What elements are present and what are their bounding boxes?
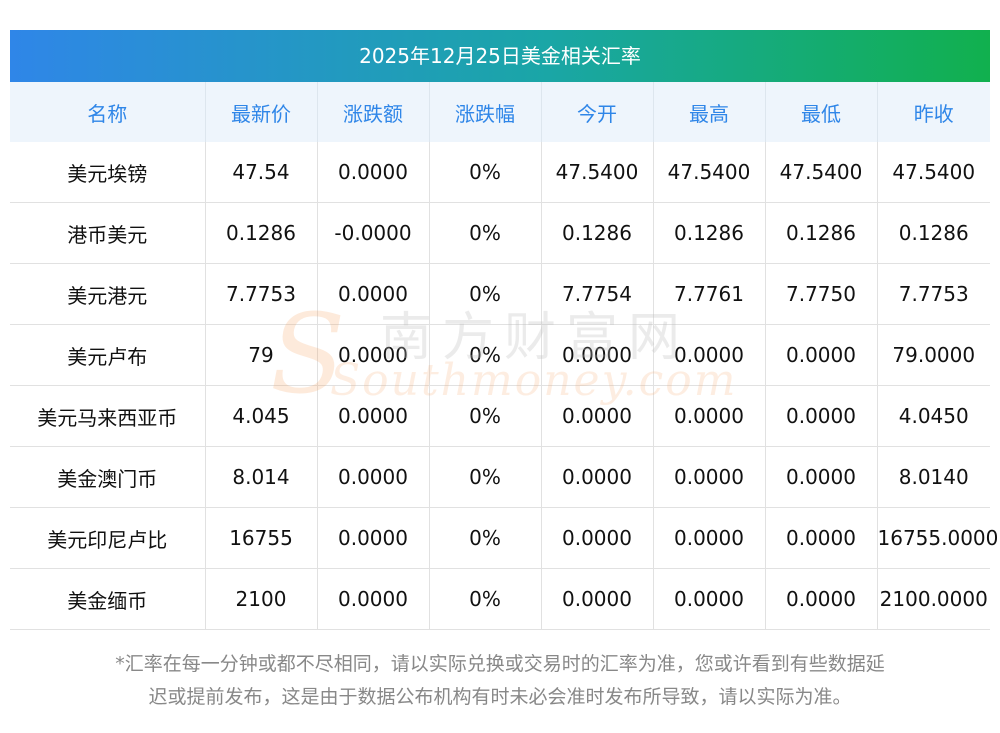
column-header: 今开 <box>541 82 654 142</box>
table-cell: 0.0000 <box>541 507 654 569</box>
table-cell: 7.7753 <box>205 263 318 325</box>
table-row: 美元印尼卢比 16755 0.0000 0% 0.0000 0.0000 0.0000 167… <box>10 507 998 569</box>
table-cell: 2100.0000 <box>877 568 990 630</box>
table-body: 美元埃镑 47.54 0.0000 0% 47.5400 47.5400 47.5400 47… <box>10 142 998 630</box>
currency-pair-name: 美金澳门币 <box>10 446 206 508</box>
table-cell: 0.1286 <box>541 202 654 264</box>
table-cell: 0% <box>429 263 542 325</box>
column-header: 最新价 <box>205 82 318 142</box>
table-cell: 0% <box>429 324 542 386</box>
table-cell: 7.7753 <box>877 263 990 325</box>
column-header: 名称 <box>10 82 206 142</box>
table-cell: 0.0000 <box>653 385 766 447</box>
table-row: 美元马来西亚币 4.045 0.0000 0% 0.0000 0.0000 0.0000 4.… <box>10 385 990 447</box>
table-cell: 79.0000 <box>877 324 990 386</box>
currency-pair-name: 美金缅币 <box>10 568 206 630</box>
currency-pair-name: 美元卢布 <box>10 324 206 386</box>
table-cell: 7.7754 <box>541 263 654 325</box>
table-cell: 0.0000 <box>653 507 766 569</box>
column-header: 涨跌额 <box>317 82 430 142</box>
column-header: 最低 <box>765 82 878 142</box>
table-cell: -0.0000 <box>317 202 430 264</box>
table-cell: 0.0000 <box>765 507 878 569</box>
currency-pair-name: 美元印尼卢比 <box>10 507 206 569</box>
rate-table: 名称 最新价 涨跌额 涨跌幅 今开 最高 最低 昨收 美元埃镑 47.54 0.0000 0% 47.… <box>10 82 998 630</box>
disclaimer-line-2: 迟或提前发布，这是由于数据公布机构有时未必会准时发布所导致，请以实际为准。 <box>148 686 852 708</box>
table-cell: 0.1286 <box>653 202 766 264</box>
currency-pair-name: 美元埃镑 <box>10 142 206 203</box>
table-cell: 0% <box>429 142 542 203</box>
table-row: 美金缅币 2100 0.0000 0% 0.0000 0.0000 0.0000 2100.0… <box>10 568 990 630</box>
rate-panel: 2025年12月25日美金相关汇率 名称 最新价 涨跌额 涨跌幅 今开 最高 最低 昨收 美元… <box>10 30 998 630</box>
table-cell: 0.0000 <box>317 142 430 203</box>
currency-pair-name: 美元马来西亚币 <box>10 385 206 447</box>
currency-pair-name: 美元港元 <box>10 263 206 325</box>
table-cell: 0.0000 <box>653 446 766 508</box>
table-cell: 0.1286 <box>765 202 878 264</box>
table-cell: 0.0000 <box>765 385 878 447</box>
column-header: 最高 <box>653 82 766 142</box>
currency-pair-name: 港币美元 <box>10 202 206 264</box>
table-cell: 0% <box>429 568 542 630</box>
table-cell: 47.5400 <box>765 142 878 203</box>
table-cell: 0.0000 <box>765 324 878 386</box>
table-cell: 0.0000 <box>653 568 766 630</box>
table-cell: 79 <box>205 324 318 386</box>
table-cell: 7.7761 <box>653 263 766 325</box>
table-row: 港币美元 0.1286 -0.0000 0% 0.1286 0.1286 0.1286 0.1… <box>10 202 990 264</box>
table-cell: 0.0000 <box>317 507 430 569</box>
table-cell: 8.014 <box>205 446 318 508</box>
table-cell: 16755 <box>205 507 318 569</box>
table-cell: 16755.0000 <box>877 507 998 569</box>
table-cell: 0.0000 <box>653 324 766 386</box>
table-cell: 0.0000 <box>541 385 654 447</box>
table-cell: 4.0450 <box>877 385 990 447</box>
table-row: 美元港元 7.7753 0.0000 0% 7.7754 7.7761 7.7750 7.77… <box>10 263 990 325</box>
table-cell: 0.0000 <box>541 446 654 508</box>
table-cell: 0.1286 <box>877 202 990 264</box>
disclaimer-note: *汇率在每一分钟或都不尽相同，请以实际兑换或交易时的汇率为准，您或许看到有些数据… <box>14 648 986 714</box>
column-header: 昨收 <box>877 82 990 142</box>
table-cell: 0.0000 <box>317 568 430 630</box>
table-cell: 0% <box>429 446 542 508</box>
table-row: 美元埃镑 47.54 0.0000 0% 47.5400 47.5400 47.5400 47… <box>10 142 990 203</box>
column-header: 涨跌幅 <box>429 82 542 142</box>
table-row: 美金澳门币 8.014 0.0000 0% 0.0000 0.0000 0.0000 8.01… <box>10 446 990 508</box>
table-cell: 47.5400 <box>653 142 766 203</box>
table-cell: 0.0000 <box>317 446 430 508</box>
table-cell: 47.5400 <box>877 142 990 203</box>
table-row: 美元卢布 79 0.0000 0% 0.0000 0.0000 0.0000 79.0000 <box>10 324 990 386</box>
table-cell: 0% <box>429 202 542 264</box>
table-cell: 0.0000 <box>541 568 654 630</box>
table-cell: 0.1286 <box>205 202 318 264</box>
table-cell: 0.0000 <box>317 385 430 447</box>
table-cell: 47.5400 <box>541 142 654 203</box>
table-cell: 0.0000 <box>765 446 878 508</box>
table-cell: 2100 <box>205 568 318 630</box>
disclaimer-line-1: *汇率在每一分钟或都不尽相同，请以实际兑换或交易时的汇率为准，您或许看到有些数据… <box>115 653 885 675</box>
table-cell: 7.7750 <box>765 263 878 325</box>
table-cell: 8.0140 <box>877 446 990 508</box>
table-cell: 0.0000 <box>541 324 654 386</box>
table-cell: 0.0000 <box>317 263 430 325</box>
header-row: 名称 最新价 涨跌额 涨跌幅 今开 最高 最低 昨收 <box>10 82 990 142</box>
table-cell: 47.54 <box>205 142 318 203</box>
table-cell: 0.0000 <box>317 324 430 386</box>
table-cell: 0% <box>429 507 542 569</box>
table-cell: 4.045 <box>205 385 318 447</box>
table-cell: 0% <box>429 385 542 447</box>
table-title: 2025年12月25日美金相关汇率 <box>10 30 990 82</box>
table-cell: 0.0000 <box>765 568 878 630</box>
